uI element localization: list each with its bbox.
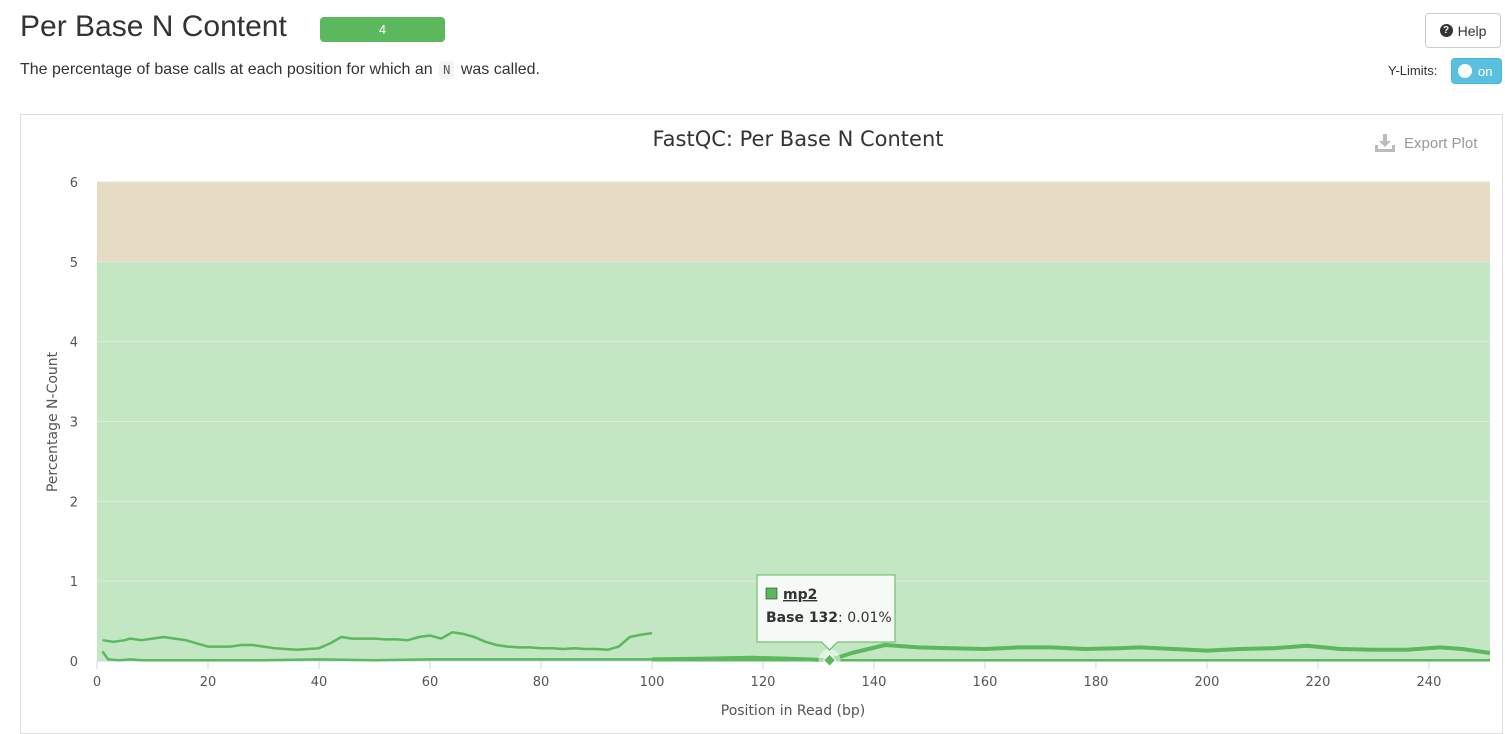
y-tick-label: 5 <box>70 256 78 271</box>
y-tick-label: 4 <box>70 336 78 351</box>
x-tick-label: 20 <box>200 675 217 690</box>
x-tick-label: 160 <box>973 675 998 690</box>
x-tick-label: 200 <box>1195 675 1220 690</box>
x-axis-label: Position in Read (bp) <box>721 703 866 719</box>
tooltip-base-label: Base 132 <box>766 610 838 626</box>
x-tick-label: 220 <box>1306 675 1331 690</box>
x-tick-label: 120 <box>751 675 776 690</box>
band-warn <box>97 182 1490 262</box>
y-axis-label: Percentage N-Count <box>45 351 61 492</box>
chart-title: FastQC: Per Base N Content <box>653 127 944 151</box>
x-tick-label: 240 <box>1417 675 1442 690</box>
tooltip-base-value: : 0.01% <box>838 610 892 626</box>
x-tick-label: 100 <box>640 675 665 690</box>
y-tick-label: 6 <box>70 176 78 191</box>
y-tick-label: 0 <box>70 655 78 670</box>
x-tick-label: 40 <box>311 675 328 690</box>
y-tick-label: 3 <box>70 416 78 431</box>
x-tick-label: 140 <box>862 675 887 690</box>
y-tick-label: 1 <box>70 575 78 590</box>
tooltip-value: Base 132: 0.01% <box>766 610 892 626</box>
tooltip-series-swatch <box>765 587 778 600</box>
y-tick-label: 2 <box>70 495 78 510</box>
x-tick-label: 60 <box>422 675 439 690</box>
x-tick-label: 80 <box>533 675 550 690</box>
export-plot-button[interactable]: Export Plot <box>1374 134 1477 153</box>
x-tick-label: 180 <box>1084 675 1109 690</box>
x-tick-label: 0 <box>93 675 101 690</box>
chart-svg: 01234560 20 40 60 80 100 120 140 160 180 200 220 240… <box>45 127 1491 719</box>
export-plot-label: Export Plot <box>1404 135 1478 152</box>
tooltip-series-name: mp2 <box>783 587 817 603</box>
download-icon <box>1375 134 1395 152</box>
